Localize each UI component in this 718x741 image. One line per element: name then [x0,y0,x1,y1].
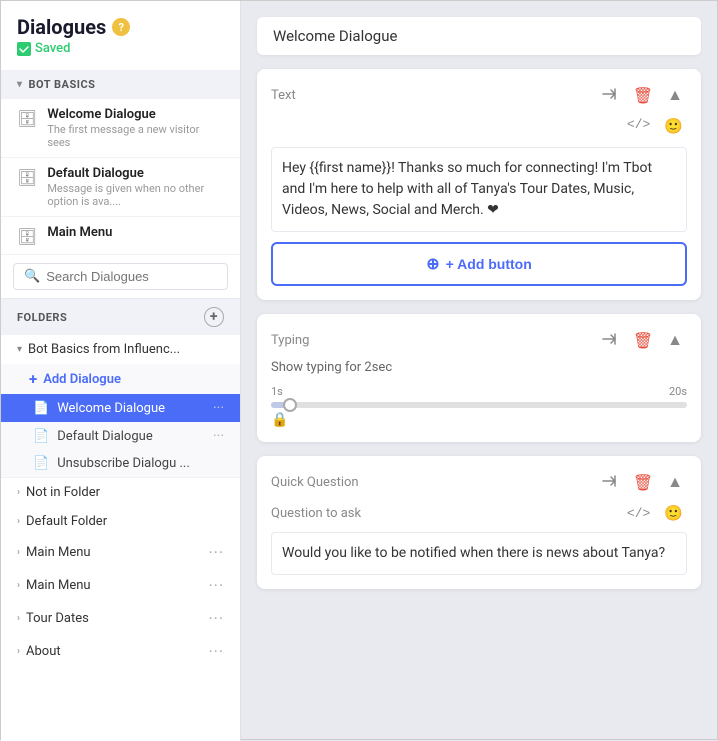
file-icon: 📄 [33,401,49,416]
card-actions: 🗑 ▲ [597,83,687,107]
chevron-right-icon: › [17,487,20,498]
search-container: 🔍 [1,255,240,299]
collapse-icon[interactable]: ▲ [663,328,687,352]
chevron-icon: ▾ [17,79,23,90]
card-sub-actions: </> 🙂 [271,115,687,137]
chevron-right-icon: › [17,646,20,657]
card-actions: 🗑 ▲ [597,328,687,352]
card-sub-actions: </> 🙂 [623,502,687,524]
db-icon: 🗄 [17,109,37,128]
item-title: Main Menu [47,225,112,240]
search-icon: 🔍 [24,269,40,284]
help-icon[interactable]: ? [112,18,130,36]
add-folder-button[interactable]: + [204,307,224,327]
folder-row-bot-basics[interactable]: ▾ Bot Basics from Influenc... [1,335,240,364]
unsubscribe-dialogue-child[interactable]: 📄 Unsubscribe Dialogu ... [1,450,240,477]
db-icon: 🗄 [17,168,37,187]
folders-header: FOLDERS + [1,299,240,335]
folder-row-default-folder[interactable]: › Default Folder [1,507,240,536]
chevron-right-icon: › [17,613,20,624]
dots-icon[interactable]: ··· [208,642,224,661]
sidebar: Dialogues ? Saved ▾ BOT BASICS 🗄 Welcome… [1,1,241,741]
card-label: Typing [271,333,309,348]
chevron-right-icon: › [17,516,20,527]
check-icon [17,42,31,56]
question-body: Would you like to be notified when there… [271,532,687,575]
app-title: Dialogues [17,15,106,39]
folder-row-main-menu-2[interactable]: › Main Menu ··· [1,569,240,602]
folder-name: Bot Basics from Influenc... [28,342,180,357]
item-title: Default Dialogue [47,166,224,181]
chevron-right-icon: › [17,580,20,591]
welcome-dialogue-child[interactable]: 📄 Welcome Dialogue ··· [1,394,240,422]
search-input[interactable] [46,269,217,284]
text-body: Hey {{first name}}! Thanks so much for c… [271,147,687,232]
chevron-down-icon: ▾ [17,344,22,355]
collapse-icon[interactable]: ▲ [663,470,687,494]
item-subtitle: Message is given when no other option is… [47,182,224,208]
typing-subtitle: Show typing for 2sec [271,360,687,375]
folder-row-not-in-folder[interactable]: › Not in Folder [1,478,240,507]
chevron-right-icon: › [17,547,20,558]
code-icon[interactable]: </> [623,504,654,523]
file-icon: 📄 [33,456,49,471]
slider-track [271,402,687,408]
trash-icon[interactable]: 🗑 [629,471,657,494]
quick-question-card: Quick Question 🗑 ▲ Question to ask </> 🙂… [257,456,701,589]
default-dialogue-item[interactable]: 🗄 Default Dialogue Message is given when… [1,158,240,217]
code-icon[interactable]: </> [623,115,654,137]
dots-icon[interactable]: ··· [208,609,224,628]
lock-icon: 🔒 [271,412,687,428]
slider-labels: 1s 20s [271,385,687,398]
typing-card: Typing 🗑 ▲ Show typing for 2sec 1s 20s 🔒 [257,314,701,442]
folder-children: + Add Dialogue 📄 Welcome Dialogue ··· 📄 … [1,364,240,477]
add-button-btn[interactable]: ⊕ + Add button [271,242,687,286]
emoji-icon[interactable]: 🙂 [660,115,687,137]
plus-circle-icon: ⊕ [426,254,439,274]
file-icon: 📄 [33,429,49,444]
dots-icon[interactable]: ··· [208,543,224,562]
dialogue-title-bar: Welcome Dialogue [257,17,701,55]
card-label: Text [271,88,296,103]
trash-icon[interactable]: 🗑 [629,329,657,352]
folder-row-tour-dates[interactable]: › Tour Dates ··· [1,602,240,635]
share-icon[interactable] [597,84,623,107]
main-menu-item[interactable]: 🗄 Main Menu [1,217,240,255]
dialogue-title: Welcome Dialogue [273,27,397,45]
item-title: Welcome Dialogue [47,107,224,122]
trash-icon[interactable]: 🗑 [629,84,657,107]
folder-row-about[interactable]: › About ··· [1,635,240,668]
item-subtitle: The first message a new visitor sees [47,123,224,149]
share-icon[interactable] [597,329,623,352]
dots-icon[interactable]: ··· [213,400,224,416]
collapse-icon[interactable]: ▲ [663,83,687,107]
card-label: Quick Question [271,475,359,490]
dots-icon[interactable]: ··· [213,428,224,444]
welcome-dialogue-item[interactable]: 🗄 Welcome Dialogue The first message a n… [1,99,240,158]
db-icon: 🗄 [17,227,37,246]
dots-icon[interactable]: ··· [208,576,224,595]
slider-thumb[interactable] [283,398,297,412]
default-dialogue-child[interactable]: 📄 Default Dialogue ··· [1,422,240,450]
add-dialogue-button[interactable]: + Add Dialogue [1,364,240,394]
card-actions: 🗑 ▲ [597,470,687,494]
folder-row-main-menu-1[interactable]: › Main Menu ··· [1,536,240,569]
text-card: Text 🗑 ▲ </> 🙂 Hey {{first name}}! Thank… [257,69,701,300]
main-content: Welcome Dialogue Text 🗑 ▲ </> 🙂 Hey {{fi… [241,1,717,739]
share-icon[interactable] [597,471,623,494]
folder-group-bot-basics: ▾ Bot Basics from Influenc... + Add Dial… [1,335,240,478]
emoji-icon[interactable]: 🙂 [660,502,687,524]
bot-basics-section[interactable]: ▾ BOT BASICS [1,70,240,99]
saved-badge: Saved [17,41,224,56]
sidebar-header: Dialogues ? Saved [1,1,240,70]
question-label: Question to ask [271,506,361,521]
